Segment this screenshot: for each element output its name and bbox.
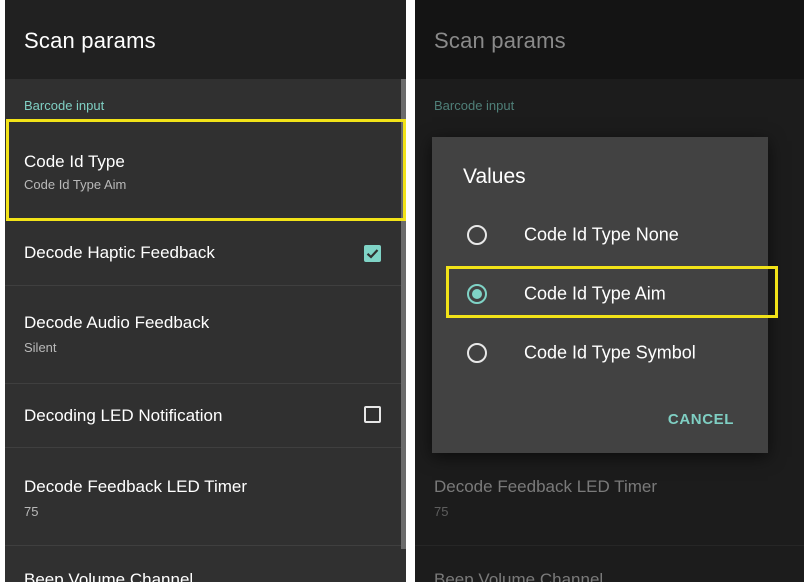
checkbox-unchecked-icon[interactable] bbox=[364, 406, 381, 423]
radio-unselected-icon[interactable] bbox=[467, 343, 487, 363]
pref-decode-feedback-led-timer: Decode Feedback LED Timer 75 bbox=[415, 448, 804, 546]
dialog-title: Values bbox=[463, 165, 526, 188]
pref-title: Decode Audio Feedback bbox=[24, 313, 210, 332]
highlight-box bbox=[6, 119, 406, 221]
pref-summary: Silent bbox=[24, 340, 57, 355]
section-header-barcode-input: Barcode input bbox=[434, 98, 515, 113]
pref-beep-volume-channel[interactable]: Beep Volume Channel bbox=[5, 546, 406, 582]
pref-summary: 75 bbox=[24, 504, 39, 519]
pref-title: Decoding LED Notification bbox=[24, 406, 223, 425]
option-code-id-type-none[interactable]: Code Id Type None bbox=[432, 207, 768, 263]
option-code-id-type-symbol[interactable]: Code Id Type Symbol bbox=[432, 325, 768, 381]
settings-screen: Scan params Barcode input Code Id Type C… bbox=[5, 0, 406, 582]
pref-title: Decode Feedback LED Timer bbox=[24, 477, 247, 496]
pref-summary: 75 bbox=[434, 504, 449, 519]
pref-decoding-led-notification[interactable]: Decoding LED Notification bbox=[5, 384, 406, 448]
pref-title: Beep Volume Channel bbox=[434, 570, 604, 582]
app-bar-title: Scan params bbox=[24, 28, 156, 53]
pref-title: Beep Volume Channel bbox=[24, 570, 194, 582]
app-bar: Scan params bbox=[415, 0, 804, 79]
pref-beep-volume-channel: Beep Volume Channel bbox=[415, 546, 804, 582]
pref-decode-audio-feedback[interactable]: Decode Audio Feedback Silent bbox=[5, 286, 406, 384]
section-header-barcode-input: Barcode input bbox=[24, 98, 105, 113]
pref-decode-haptic-feedback[interactable]: Decode Haptic Feedback bbox=[5, 221, 406, 286]
values-dialog: Values Code Id Type None Code Id Type Ai… bbox=[432, 137, 778, 453]
app-bar: Scan params bbox=[5, 0, 406, 79]
option-label: Code Id Type None bbox=[524, 224, 679, 245]
pref-decode-feedback-led-timer[interactable]: Decode Feedback LED Timer 75 bbox=[5, 448, 406, 546]
app-bar-title: Scan params bbox=[434, 28, 566, 53]
radio-unselected-icon[interactable] bbox=[467, 225, 487, 245]
checkbox-checked-icon[interactable] bbox=[364, 245, 381, 262]
highlight-box bbox=[446, 266, 778, 318]
settings-screen-dialog: Scan params Barcode input Decode Feedbac… bbox=[415, 0, 804, 582]
pref-title: Decode Feedback LED Timer bbox=[434, 477, 657, 496]
option-label: Code Id Type Symbol bbox=[524, 342, 696, 363]
pref-title: Decode Haptic Feedback bbox=[24, 243, 215, 262]
cancel-button[interactable]: CANCEL bbox=[668, 411, 734, 428]
